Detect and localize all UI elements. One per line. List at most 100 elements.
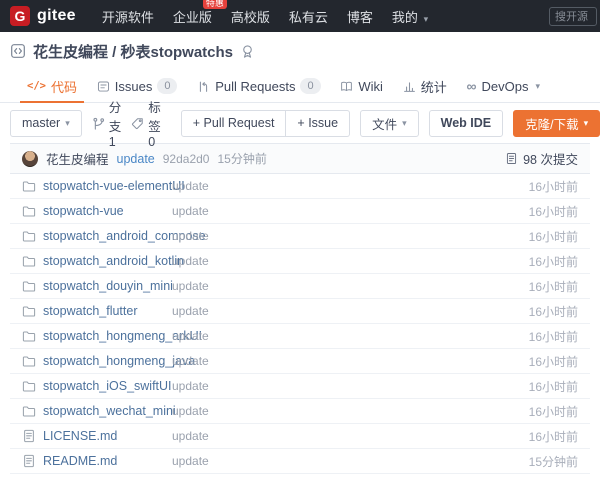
file-commit-message[interactable]: update [172, 279, 529, 293]
nav-menu: 开源软件 企业版 特惠 高校版 私有云 博客 我的 ▾ [102, 0, 428, 26]
file-link[interactable]: stopwatch_android_compose [22, 229, 206, 243]
tab-devops-label: DevOps [481, 78, 529, 94]
folder-icon [22, 379, 36, 393]
file-commit-message[interactable]: update [172, 179, 529, 193]
files-dropdown-button[interactable]: 文件 ▾ [360, 109, 419, 137]
table-row: stopwatch_wechat_mini update 16小时前 [10, 399, 590, 424]
file-link[interactable]: stopwatch_wechat_mini [22, 404, 176, 418]
nav-item-opensource[interactable]: 开源软件 [102, 7, 154, 26]
issues-count-badge: 0 [157, 78, 178, 94]
file-commit-time: 16小时前 [528, 254, 578, 269]
tab-issues-label: Issues [114, 78, 153, 94]
file-link[interactable]: stopwatch_flutter [22, 304, 172, 318]
file-commit-time: 16小时前 [528, 329, 578, 344]
web-ide-button[interactable]: Web IDE [428, 109, 504, 137]
branches-stat-label: 分支 1 [108, 101, 122, 149]
repo-toolbar: master ▾ 分支 1 标签 0 + Pull Request + Issu… [0, 101, 600, 149]
clone-download-button[interactable]: 克隆/下载 ▾ [513, 109, 600, 137]
file-commit-message[interactable]: update [172, 204, 529, 218]
file-link[interactable]: LICENSE.md [22, 429, 172, 443]
repo-header: 花生皮编程 / 秒表stopwatchs [0, 32, 600, 70]
nav-item-private-cloud[interactable]: 私有云 [289, 7, 328, 26]
file-commit-time: 16小时前 [528, 429, 578, 444]
file-commit-message[interactable]: update [172, 329, 529, 343]
commit-hash[interactable]: 92da2d0 [163, 152, 210, 166]
tab-statistics-label: 统计 [420, 79, 447, 95]
file-commit-message[interactable]: update [172, 254, 529, 268]
file-commit-message[interactable]: update [172, 454, 529, 468]
gitee-logo-text: gitee [37, 7, 76, 24]
file-commit-time: 16小时前 [528, 204, 578, 219]
tab-wiki[interactable]: Wiki [340, 70, 383, 102]
nav-item-enterprise[interactable]: 企业版 特惠 [172, 0, 227, 26]
file-commit-message[interactable]: update [172, 229, 529, 243]
issues-icon [97, 80, 110, 93]
table-row: stopwatch_android_kotlin update 16小时前 [10, 249, 590, 274]
gitee-logo[interactable]: G gitee [10, 6, 76, 26]
commit-message-link[interactable]: update [117, 152, 155, 166]
tags-stat-label: 标签 0 [148, 101, 161, 149]
file-link[interactable]: stopwatch_hongmeng_java [22, 354, 195, 368]
nav-item-education[interactable]: 高校版 [231, 7, 270, 26]
file-commit-time: 16小时前 [528, 179, 578, 194]
search-input[interactable] [549, 7, 597, 26]
file-link[interactable]: stopwatch_iOS_swiftUI [22, 379, 172, 393]
file-name: stopwatch_android_kotlin [43, 254, 185, 268]
tab-code-label: 代码 [50, 79, 77, 95]
new-pull-request-button[interactable]: + Pull Request [180, 109, 287, 137]
tab-code[interactable]: </> 代码 [20, 70, 84, 103]
file-commit-message[interactable]: update [172, 379, 529, 393]
folder-icon [22, 404, 36, 418]
file-commit-time: 16小时前 [528, 379, 578, 394]
repo-icon [10, 43, 26, 59]
folder-icon [22, 179, 36, 193]
file-icon [22, 454, 36, 468]
tab-wiki-label: Wiki [358, 78, 383, 94]
new-issue-button[interactable]: + Issue [286, 109, 351, 137]
file-link[interactable]: README.md [22, 454, 172, 468]
folder-icon [22, 354, 36, 368]
folder-icon [22, 204, 36, 218]
branch-selector[interactable]: master ▾ [10, 109, 82, 137]
file-name: stopwatch_iOS_swiftUI [43, 379, 172, 393]
branch-icon [92, 117, 105, 130]
file-link[interactable]: stopwatch_douyin_mini [22, 279, 173, 293]
file-link[interactable]: stopwatch-vue [22, 204, 172, 218]
commit-author[interactable]: 花生皮编程 [46, 149, 109, 168]
medal-icon[interactable] [240, 44, 255, 59]
tag-icon [131, 117, 144, 130]
file-name: stopwatch-vue-elementUI [43, 179, 185, 193]
file-commit-message[interactable]: update [172, 304, 529, 318]
file-name: stopwatch_wechat_mini [43, 404, 176, 418]
file-icon [22, 429, 36, 443]
tab-issues[interactable]: Issues 0 [97, 70, 178, 102]
file-name: LICENSE.md [43, 429, 118, 443]
avatar[interactable] [22, 150, 38, 167]
branch-selector-label: master [22, 116, 61, 130]
file-link[interactable]: stopwatch-vue-elementUI [22, 179, 185, 193]
nav-item-enterprise-label: 企业版 [172, 9, 212, 25]
repo-tabs: </> 代码 Issues 0 Pull Requests 0 Wiki 统计 … [0, 70, 600, 103]
tags-stat[interactable]: 标签 0 [131, 97, 161, 149]
tab-statistics[interactable]: 统计 [403, 70, 447, 102]
branches-stat[interactable]: 分支 1 [92, 97, 122, 149]
file-commit-time: 15分钟前 [528, 454, 578, 469]
file-commit-message[interactable]: update [172, 429, 529, 443]
table-row: stopwatch_douyin_mini update 16小时前 [10, 274, 590, 299]
caret-down-icon: ▾ [423, 13, 429, 24]
tab-pull-requests[interactable]: Pull Requests 0 [197, 70, 321, 102]
file-name: stopwatch_douyin_mini [43, 279, 173, 293]
file-link[interactable]: stopwatch_android_kotlin [22, 254, 184, 268]
file-commit-message[interactable]: update [172, 404, 529, 418]
table-row: stopwatch-vue update 16小时前 [10, 199, 590, 224]
nav-item-mine[interactable]: 我的 ▾ [392, 7, 428, 26]
file-commit-message[interactable]: update [172, 354, 529, 368]
file-commit-time: 16小时前 [528, 229, 578, 244]
bar-chart-icon [403, 80, 416, 93]
file-link[interactable]: stopwatch_hongmeng_arkUI [22, 329, 202, 343]
commits-count-link[interactable]: 98 次提交 [505, 149, 578, 168]
file-name: stopwatch-vue [43, 204, 124, 218]
folder-icon [22, 229, 36, 243]
tab-devops[interactable]: ∞ DevOps ▾ [467, 70, 540, 102]
nav-item-blog[interactable]: 博客 [347, 7, 373, 26]
